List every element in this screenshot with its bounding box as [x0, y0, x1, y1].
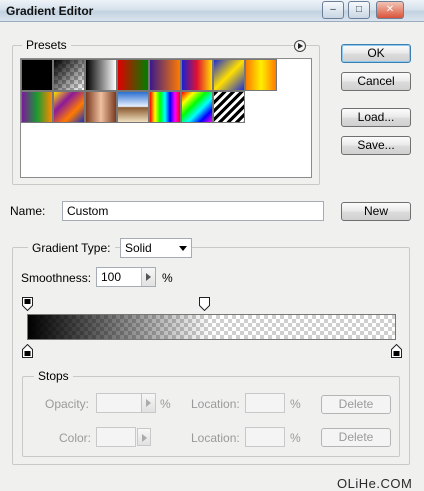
chevron-down-icon: [179, 246, 187, 251]
preset-swatch-chrome[interactable]: [117, 91, 149, 123]
close-button[interactable]: ✕: [376, 1, 404, 19]
stops-legend: Stops: [34, 369, 73, 383]
color-stop[interactable]: [21, 344, 33, 358]
cancel-button[interactable]: Cancel: [341, 72, 411, 91]
window-title: Gradient Editor: [6, 4, 94, 18]
color-delete-button[interactable]: Delete: [321, 428, 391, 447]
triangle-right-icon: [146, 399, 151, 407]
preset-swatch-spectrum[interactable]: [149, 91, 181, 123]
preset-swatch-orange-yellow-orange[interactable]: [245, 59, 277, 91]
preset-swatch-black-white[interactable]: [85, 59, 117, 91]
gradient-type-value: Solid: [125, 241, 152, 255]
circle-arrow-right-icon: [298, 43, 303, 49]
smoothness-stepper[interactable]: [141, 268, 155, 286]
opacity-stop-track[interactable]: [21, 296, 402, 314]
smoothness-input[interactable]: 100: [96, 267, 156, 287]
color-location-input[interactable]: [245, 427, 285, 447]
preset-swatch-red-green[interactable]: [117, 59, 149, 91]
ok-button[interactable]: OK: [341, 44, 411, 63]
maximize-button[interactable]: □: [348, 1, 370, 19]
presets-swatch-panel[interactable]: [20, 58, 312, 178]
opacity-location-input[interactable]: [245, 393, 285, 413]
preset-swatch-transparent-stripes[interactable]: [213, 91, 245, 123]
preset-swatch-black-to-white[interactable]: [21, 59, 53, 91]
color-location-unit: %: [290, 431, 301, 445]
smoothness-value: 100: [101, 270, 122, 284]
watermark: OLiHe.COM: [337, 476, 413, 491]
preset-swatch-transparent-rainbow[interactable]: [181, 91, 213, 123]
color-picker-button[interactable]: [137, 428, 151, 446]
gradient-preview-bar[interactable]: [27, 314, 396, 340]
preset-swatch-blue-red-yellow[interactable]: [181, 59, 213, 91]
opacity-input[interactable]: [96, 393, 156, 413]
opacity-delete-button[interactable]: Delete: [321, 395, 391, 414]
preset-swatch-foreground-to-transparent[interactable]: [53, 59, 85, 91]
presets-menu-button[interactable]: [294, 40, 306, 52]
opacity-location-unit: %: [290, 397, 301, 411]
opacity-stop[interactable]: [21, 297, 33, 311]
title-bar[interactable]: Gradient Editor – □ ✕: [0, 0, 424, 22]
preset-swatch-copper[interactable]: [85, 91, 117, 123]
triangle-right-icon: [142, 434, 147, 442]
color-location-label: Location:: [191, 431, 240, 445]
color-swatch[interactable]: [96, 427, 136, 447]
opacity-stop[interactable]: [198, 297, 210, 311]
save-button[interactable]: Save...: [341, 136, 411, 155]
opacity-label: Opacity:: [45, 397, 90, 411]
minimize-button[interactable]: –: [322, 1, 344, 19]
smoothness-unit: %: [162, 271, 173, 285]
gradient-type-dropdown[interactable]: Solid: [120, 238, 192, 258]
preset-swatch-blue-yellow-blue[interactable]: [213, 59, 245, 91]
opacity-location-label: Location:: [191, 397, 240, 411]
preset-swatch-violet-orange[interactable]: [149, 59, 181, 91]
color-stop-track[interactable]: [21, 342, 402, 360]
preset-swatch-violet-green-orange[interactable]: [21, 91, 53, 123]
triangle-right-icon: [146, 273, 151, 281]
color-label: Color:: [59, 431, 92, 445]
color-stop[interactable]: [390, 344, 402, 358]
gradient-type-label: Gradient Type:: [28, 241, 115, 255]
opacity-unit: %: [160, 397, 171, 411]
new-button[interactable]: New: [341, 202, 411, 221]
preset-swatch-yellow-violet-orange-blue[interactable]: [53, 91, 85, 123]
presets-legend: Presets: [22, 38, 71, 52]
opacity-stepper[interactable]: [141, 394, 155, 412]
name-input[interactable]: Custom: [62, 201, 324, 221]
name-label: Name:: [10, 204, 46, 218]
load-button[interactable]: Load...: [341, 108, 411, 127]
smoothness-label: Smoothness:: [21, 271, 92, 285]
